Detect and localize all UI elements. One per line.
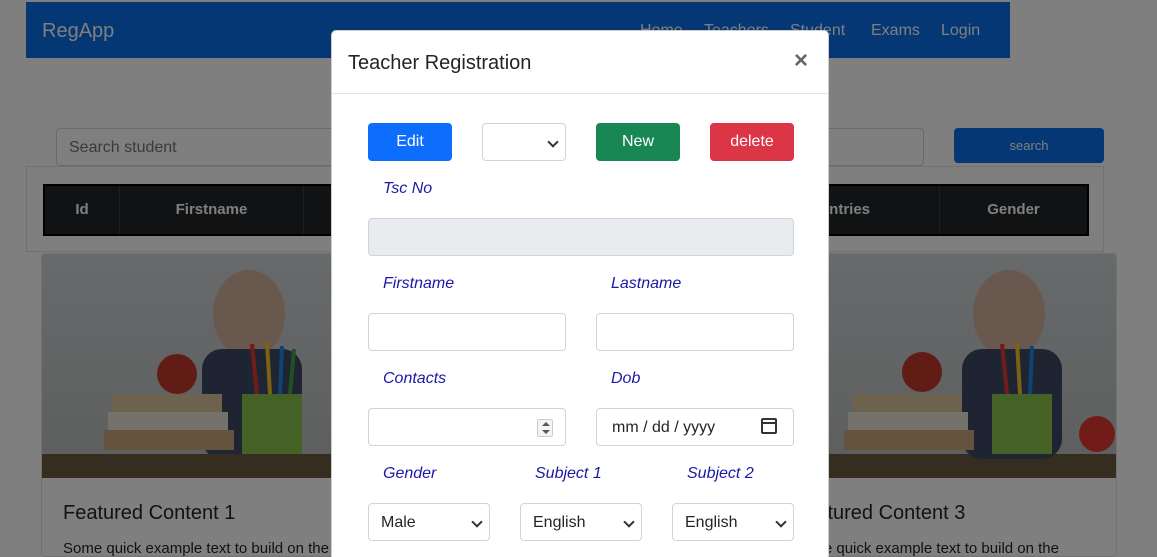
contacts-field[interactable] xyxy=(368,408,566,446)
subject1-label: Subject 1 xyxy=(535,465,602,482)
dob-field[interactable]: mm / dd / yyyy xyxy=(596,408,794,446)
dob-label: Dob xyxy=(611,370,641,387)
subject1-value: English xyxy=(533,514,586,531)
subject2-value: English xyxy=(685,514,738,531)
chevron-down-icon xyxy=(623,516,635,528)
gender-select[interactable]: Male xyxy=(368,503,490,541)
lastname-field[interactable] xyxy=(596,313,794,351)
calendar-icon[interactable] xyxy=(761,418,777,434)
chevron-down-icon xyxy=(471,516,483,528)
modal-header: Teacher Registration × xyxy=(332,31,828,94)
tsc-no-label: Tsc No xyxy=(383,180,433,197)
edit-button[interactable]: Edit xyxy=(368,123,452,161)
firstname-label: Firstname xyxy=(383,275,455,292)
chevron-down-icon xyxy=(547,136,559,148)
subject1-select[interactable]: English xyxy=(520,503,642,541)
gender-label: Gender xyxy=(383,465,437,482)
contacts-label: Contacts xyxy=(383,370,447,387)
record-select[interactable] xyxy=(482,123,566,161)
new-button[interactable]: New xyxy=(596,123,680,161)
firstname-field[interactable] xyxy=(368,313,566,351)
gender-value: Male xyxy=(381,514,416,531)
teacher-registration-modal: Teacher Registration × Edit New delete T… xyxy=(331,30,829,557)
subject2-select[interactable]: English xyxy=(672,503,794,541)
number-spinner-icon[interactable] xyxy=(537,419,553,437)
delete-button[interactable]: delete xyxy=(710,123,794,161)
modal-title: Teacher Registration xyxy=(348,52,532,74)
lastname-label: Lastname xyxy=(611,275,682,292)
close-icon[interactable]: × xyxy=(794,49,808,73)
tsc-no-field xyxy=(368,218,794,256)
subject2-label: Subject 2 xyxy=(687,465,754,482)
dob-placeholder: mm / dd / yyyy xyxy=(612,419,716,436)
chevron-down-icon xyxy=(775,516,787,528)
